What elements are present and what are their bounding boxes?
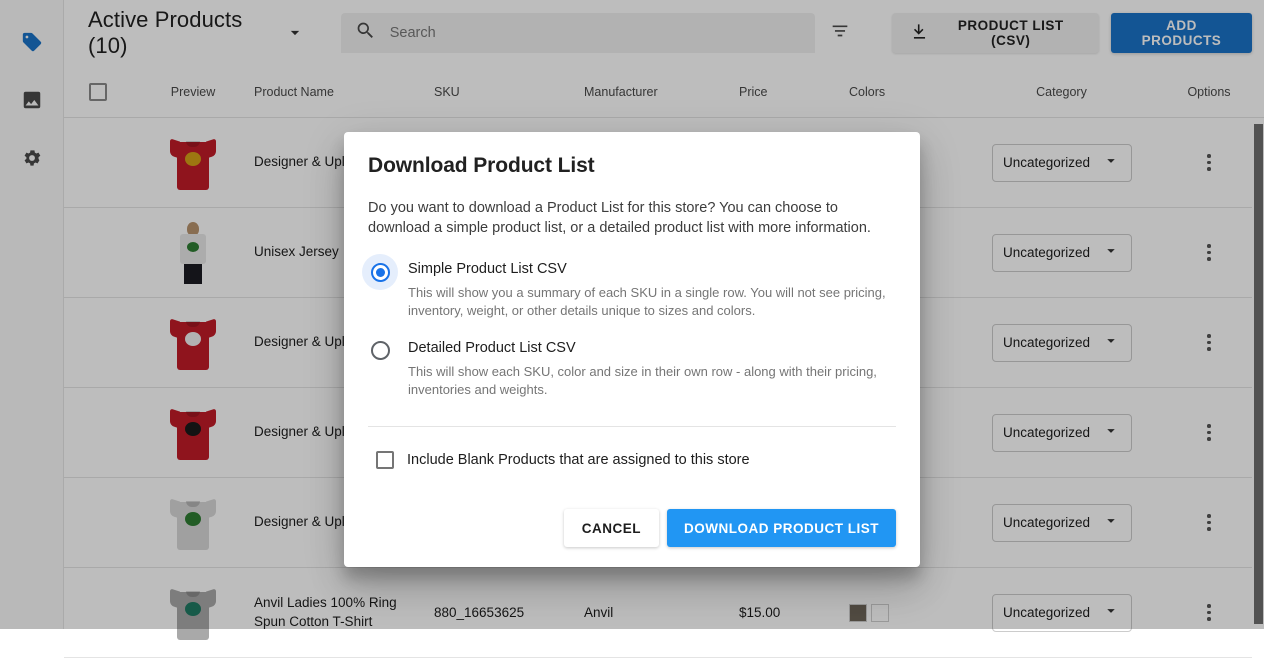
radio-option-detailed[interactable]: Detailed Product List CSV This will show… (368, 333, 896, 400)
dialog-divider (368, 426, 896, 427)
radio-simple-help: This will show you a summary of each SKU… (408, 284, 905, 321)
radio-simple-body: Simple Product List CSV This will show y… (398, 254, 905, 321)
include-blank-products-checkbox[interactable] (376, 451, 394, 469)
radio-detailed-body: Detailed Product List CSV This will show… (398, 333, 905, 400)
radio-detailed-icon (371, 341, 390, 360)
radio-simple-icon (371, 263, 390, 282)
radio-detailed-hitarea[interactable] (362, 333, 398, 369)
dialog-description: Do you want to download a Product List f… (368, 178, 890, 238)
cancel-button[interactable]: CANCEL (564, 509, 659, 547)
include-blank-products-row[interactable]: Include Blank Products that are assigned… (368, 451, 896, 469)
radio-detailed-help: This will show each SKU, color and size … (408, 363, 905, 400)
include-blank-products-label: Include Blank Products that are assigned… (407, 452, 750, 468)
dialog-title: Download Product List (368, 132, 896, 178)
download-product-list-button[interactable]: DOWNLOAD PRODUCT LIST (667, 509, 896, 547)
radio-simple-hitarea[interactable] (362, 254, 398, 290)
radio-detailed-label: Detailed Product List CSV (408, 340, 905, 356)
radio-simple-label: Simple Product List CSV (408, 261, 905, 277)
dialog-actions: CANCEL DOWNLOAD PRODUCT LIST (368, 509, 896, 567)
radio-option-simple[interactable]: Simple Product List CSV This will show y… (368, 254, 896, 321)
download-product-list-dialog: Download Product List Do you want to dow… (344, 132, 920, 567)
